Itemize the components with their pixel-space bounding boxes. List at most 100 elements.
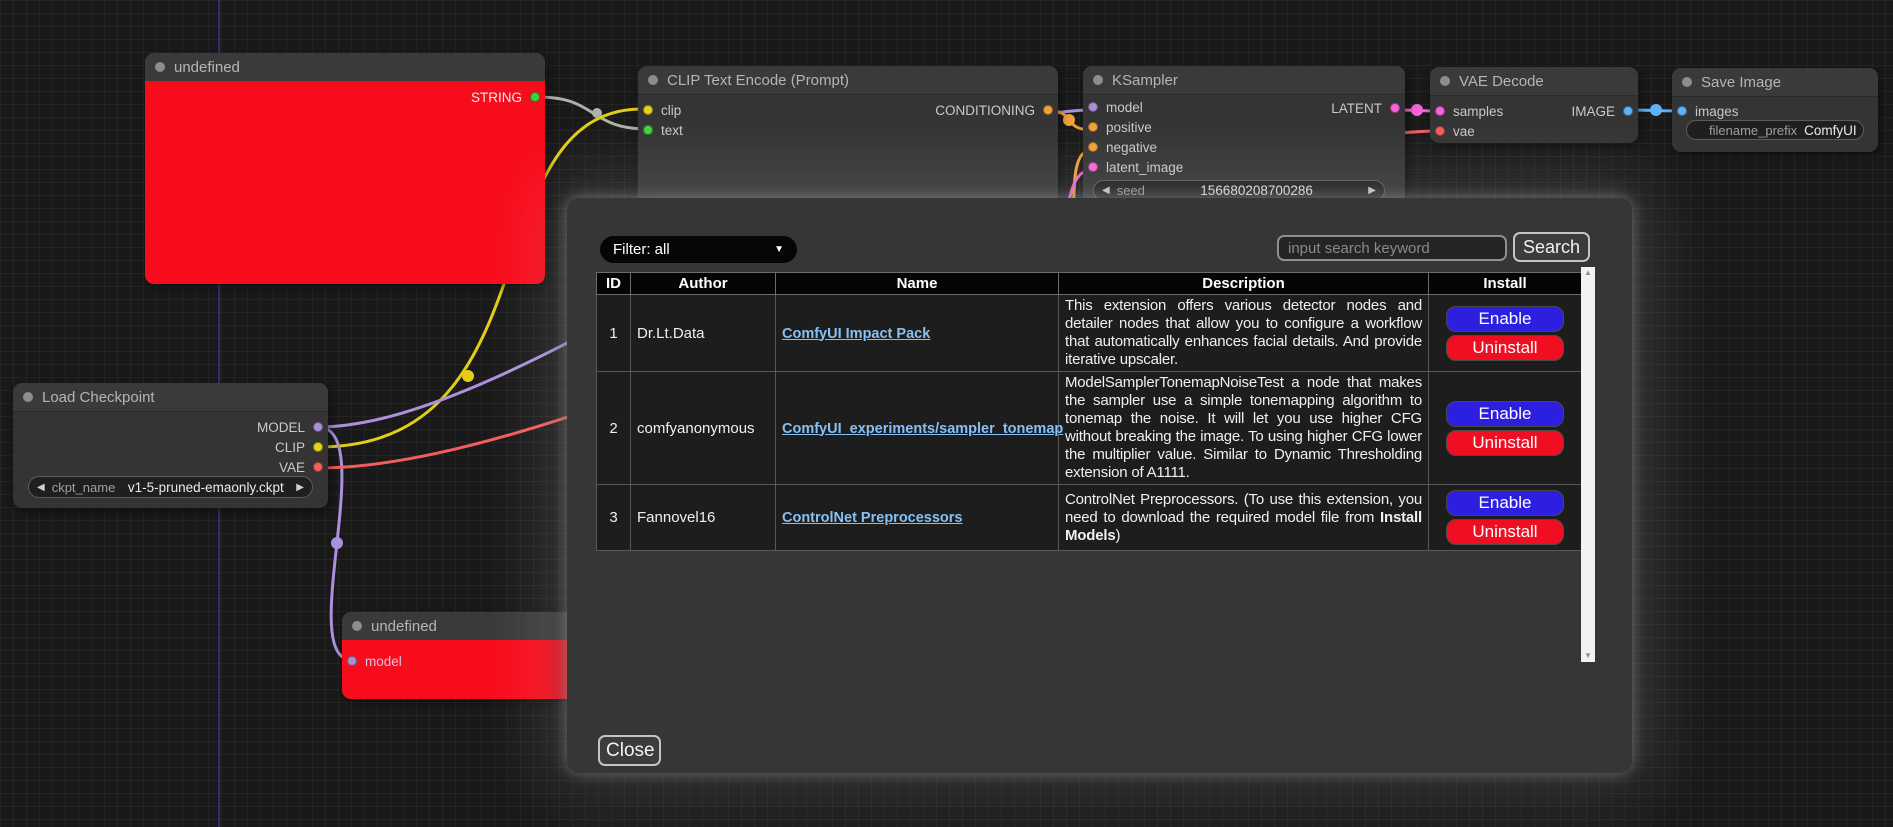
node-graph-canvas[interactable]: undefined STRING CLIP Text Encode (Promp… (0, 0, 1893, 827)
input-port-model[interactable]: model (1088, 99, 1143, 115)
enable-button[interactable]: Enable (1446, 401, 1564, 427)
column-header: Name (776, 273, 1059, 295)
extension-name-cell: ComfyUI_experiments/sampler_tonemap (776, 372, 1059, 485)
table-row: 3Fannovel16ControlNet PreprocessorsContr… (597, 485, 1582, 551)
node-title: VAE Decode (1459, 73, 1544, 90)
node-title: undefined (371, 618, 437, 635)
vae-out-dot[interactable] (313, 462, 323, 472)
table-row: 1Dr.Lt.DataComfyUI Impact PackThis exten… (597, 295, 1582, 372)
extensions-table: IDAuthorNameDescriptionInstall 1Dr.Lt.Da… (596, 272, 1582, 551)
widget-label: seed (1117, 183, 1145, 198)
enable-button[interactable]: Enable (1446, 306, 1564, 332)
ckpt-name-value: v1-5-pruned-emaonly.ckpt (122, 480, 289, 495)
error-node-body (145, 81, 545, 284)
uninstall-button[interactable]: Uninstall (1446, 519, 1564, 545)
close-button[interactable]: Close (598, 735, 661, 766)
node-collapse-dot[interactable] (23, 392, 33, 402)
enable-button[interactable]: Enable (1446, 490, 1564, 516)
node-title: Load Checkpoint (42, 389, 155, 406)
input-port-negative[interactable]: negative (1088, 139, 1157, 155)
output-port-clip[interactable]: CLIP (275, 439, 323, 455)
increment-arrow-icon[interactable]: ▶ (1368, 185, 1376, 196)
search-button[interactable]: Search (1513, 232, 1590, 262)
positive-port-dot[interactable] (1088, 122, 1098, 132)
error-node-body (342, 640, 592, 699)
input-port-latent-image[interactable]: latent_image (1088, 159, 1183, 175)
vae-port-dot[interactable] (1435, 126, 1445, 136)
node-save-image[interactable]: Save Image images filename_prefix ComfyU… (1672, 68, 1878, 152)
output-port-latent[interactable]: LATENT (1331, 100, 1400, 116)
node-collapse-dot[interactable] (1682, 77, 1692, 87)
latent-port-dot[interactable] (1088, 162, 1098, 172)
clip-port-dot[interactable] (643, 105, 653, 115)
node-undefined-bottom[interactable]: undefined model (342, 612, 592, 699)
node-ksampler[interactable]: KSampler model positive negative latent_… (1083, 66, 1405, 207)
column-header: Install (1429, 273, 1582, 295)
wire-dot (1411, 104, 1423, 116)
node-title: CLIP Text Encode (Prompt) (667, 72, 849, 89)
extension-install-cell: Enable Uninstall (1429, 295, 1582, 372)
ckpt-name-widget[interactable]: ◀ ckpt_name v1-5-pruned-emaonly.ckpt ▶ (28, 476, 313, 498)
chevron-down-icon: ▼ (774, 244, 784, 255)
node-collapse-dot[interactable] (155, 62, 165, 72)
extension-link[interactable]: ComfyUI_experiments/sampler_tonemap (782, 421, 1063, 437)
output-port-vae[interactable]: VAE (279, 459, 323, 475)
extension-name-cell: ComfyUI Impact Pack (776, 295, 1059, 372)
extensions-table-body: 1Dr.Lt.DataComfyUI Impact PackThis exten… (597, 295, 1582, 551)
filename-prefix-widget[interactable]: filename_prefix ComfyUI (1686, 120, 1864, 140)
input-port-positive[interactable]: positive (1088, 119, 1152, 135)
node-vae-decode[interactable]: VAE Decode samples vae IMAGE (1430, 67, 1638, 143)
string-port-dot[interactable] (530, 92, 540, 102)
samples-port-dot[interactable] (1435, 106, 1445, 116)
node-collapse-dot[interactable] (1440, 76, 1450, 86)
scroll-up-icon[interactable]: ▲ (1584, 267, 1592, 279)
node-collapse-dot[interactable] (648, 75, 658, 85)
model-port-dot[interactable] (347, 656, 357, 666)
extension-link[interactable]: ComfyUI Impact Pack (782, 326, 930, 342)
widget-label: ckpt_name (52, 480, 116, 495)
uninstall-button[interactable]: Uninstall (1446, 430, 1564, 456)
extension-install-cell: Enable Uninstall (1429, 372, 1582, 485)
node-title: KSampler (1112, 72, 1178, 89)
model-port-dot[interactable] (1088, 102, 1098, 112)
search-input[interactable] (1277, 235, 1507, 261)
clip-out-dot[interactable] (313, 442, 323, 452)
input-port-model[interactable]: model (347, 653, 402, 669)
node-collapse-dot[interactable] (1093, 75, 1103, 85)
filter-dropdown[interactable]: Filter: all ▼ (600, 236, 797, 263)
wire-dot (1650, 104, 1662, 116)
filename-prefix-value: ComfyUI (1804, 123, 1857, 138)
output-port-model[interactable]: MODEL (257, 419, 323, 435)
input-port-text[interactable]: text (643, 122, 683, 138)
decrement-arrow-icon[interactable]: ◀ (1102, 185, 1110, 196)
uninstall-button[interactable]: Uninstall (1446, 335, 1564, 361)
extension-name-cell: ControlNet Preprocessors (776, 485, 1059, 551)
increment-arrow-icon[interactable]: ▶ (296, 482, 304, 493)
input-port-images[interactable]: images (1677, 103, 1739, 119)
table-scrollbar[interactable]: ▲ ▼ (1581, 267, 1595, 662)
decrement-arrow-icon[interactable]: ◀ (37, 482, 45, 493)
scroll-down-icon[interactable]: ▼ (1584, 650, 1592, 662)
extension-author-cell: Dr.Lt.Data (631, 295, 776, 372)
output-port-string[interactable]: STRING (471, 89, 540, 105)
negative-port-dot[interactable] (1088, 142, 1098, 152)
wire-dot (462, 370, 474, 382)
node-undefined-top[interactable]: undefined STRING (145, 53, 545, 284)
node-title: Save Image (1701, 74, 1781, 91)
model-out-dot[interactable] (313, 422, 323, 432)
input-port-samples[interactable]: samples (1435, 103, 1503, 119)
image-out-dot[interactable] (1623, 106, 1633, 116)
input-port-vae[interactable]: vae (1435, 123, 1475, 139)
output-port-conditioning[interactable]: CONDITIONING (935, 102, 1053, 118)
extension-author-cell: comfyanonymous (631, 372, 776, 485)
node-collapse-dot[interactable] (352, 621, 362, 631)
extension-link[interactable]: ControlNet Preprocessors (782, 510, 963, 526)
input-port-clip[interactable]: clip (643, 102, 681, 118)
latent-out-dot[interactable] (1390, 103, 1400, 113)
output-port-image[interactable]: IMAGE (1571, 103, 1633, 119)
images-port-dot[interactable] (1677, 106, 1687, 116)
text-port-dot[interactable] (643, 125, 653, 135)
conditioning-port-dot[interactable] (1043, 105, 1053, 115)
node-title: undefined (174, 59, 240, 76)
node-load-checkpoint[interactable]: Load Checkpoint MODEL CLIP VAE ◀ ckpt_na… (13, 383, 328, 508)
